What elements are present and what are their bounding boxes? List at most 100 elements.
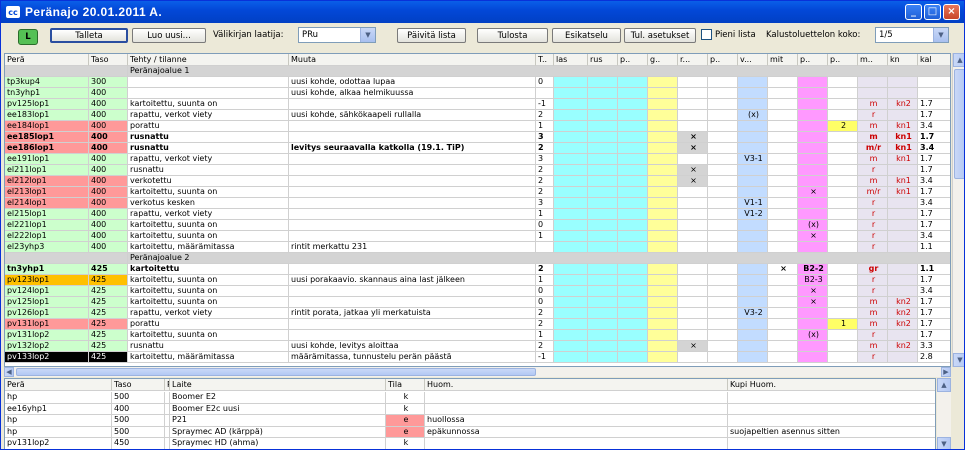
main-table[interactable]: Perä Taso Tehty / tilanne Muuta T.. las rus p..… xyxy=(4,53,951,367)
equipment-vertical-scrollbar[interactable]: ▲ ▼ xyxy=(937,378,951,449)
chevron-down-icon[interactable]: ▼ xyxy=(933,28,948,42)
cell-tehty[interactable]: porattu xyxy=(128,319,289,330)
table-row[interactable]: pv125lop1 425 kartoitettu, suunta on 0 × m kn2… xyxy=(5,297,950,308)
cell-pera[interactable]: ee185lop1 xyxy=(5,132,89,143)
cell-muuta[interactable] xyxy=(289,176,536,187)
cell-taso[interactable]: 400 xyxy=(89,132,128,143)
equipment-table[interactable]: PeräTasoPLaiteTilaHuom.Kupi Huom.hp500Bo… xyxy=(4,378,936,449)
table-row[interactable]: el23yhp3 400 kartoitettu, määrämitassa rint… xyxy=(5,242,950,253)
cell-pera[interactable]: ee186lop1 xyxy=(5,143,89,154)
cell-muuta[interactable] xyxy=(289,264,536,275)
table-row[interactable]: el215lop1 400 rapattu, verkot viety 1 V1-2 r 1… xyxy=(5,209,950,220)
group-row[interactable]: Peränajoalue 1 xyxy=(5,66,950,77)
cell-pera[interactable]: el213lop1 xyxy=(5,187,89,198)
cell-taso[interactable]: 425 xyxy=(89,297,128,308)
column-header-rus[interactable]: rus xyxy=(588,54,618,66)
table-row[interactable]: pv131lop2 425 kartoitettu, suunta on 1 (x) r 1… xyxy=(5,330,950,341)
cell-taso[interactable]: 400 xyxy=(89,110,128,121)
cell-muuta[interactable] xyxy=(289,165,536,176)
cell-tehty[interactable]: kartoitettu, suunta on xyxy=(128,187,289,198)
cell-pera[interactable]: pv131lop2 xyxy=(5,330,89,341)
cell-tehty[interactable]: kartoitettu, suunta on xyxy=(128,275,289,286)
paivita-lista-button[interactable]: Päivitä lista xyxy=(397,28,466,43)
column-header-t[interactable]: T.. xyxy=(536,54,554,66)
cell-pera[interactable]: pv126lop1 xyxy=(5,308,89,319)
cell-taso[interactable]: 425 xyxy=(89,286,128,297)
equipment-row[interactable]: hp 500 Spraymec AD (kärppä) e epäkunnossa suo… xyxy=(5,426,935,438)
table-row[interactable]: el214lop1 400 verkotus kesken 3 V1-1 r 3.4 xyxy=(5,198,950,209)
table-row[interactable]: el221lop1 400 kartoitettu, suunta on 0 (x) r 1… xyxy=(5,220,950,231)
cell-pera[interactable]: pv124lop1 xyxy=(5,286,89,297)
cell-taso[interactable]: 400 xyxy=(89,242,128,253)
cell-taso[interactable]: 400 xyxy=(89,209,128,220)
table-row[interactable]: el213lop1 400 kartoitettu, suunta on 2 × m/r k… xyxy=(5,187,950,198)
cell-tehty[interactable]: kartoitettu, suunta on xyxy=(128,286,289,297)
minimize-button[interactable]: _ xyxy=(905,4,922,20)
cell-pera[interactable]: pv132lop2 xyxy=(5,341,89,352)
table-row[interactable]: pv123lop1 425 kartoitettu, suunta on uusi p… xyxy=(5,275,950,286)
cell-taso[interactable]: 400 xyxy=(89,121,128,132)
cell-taso[interactable]: 425 xyxy=(89,352,128,363)
cell-pera[interactable]: el222lop1 xyxy=(5,231,89,242)
table-row[interactable]: el212lop1 400 verkotettu 2 × m kn1 3.4 xyxy=(5,176,950,187)
scroll-up-icon[interactable]: ▲ xyxy=(953,53,964,67)
cell-taso[interactable]: 400 xyxy=(89,176,128,187)
cell-taso[interactable]: 400 xyxy=(89,220,128,231)
column-header-pera[interactable]: Perä xyxy=(5,54,89,66)
cell-taso[interactable]: 400 xyxy=(89,187,128,198)
cell-tehty[interactable]: kartoitettu, määrämitassa xyxy=(128,352,289,363)
cell-pera[interactable]: pv133lop2 xyxy=(5,352,89,363)
scroll-up-icon[interactable]: ▲ xyxy=(937,378,951,392)
cell-taso[interactable]: 425 xyxy=(89,341,128,352)
valikirjan-select[interactable]: PRu ▼ xyxy=(298,27,376,43)
column-header-p4[interactable]: p.. xyxy=(828,54,858,66)
column-header-kal[interactable]: kal xyxy=(918,54,950,66)
cell-taso[interactable]: 300 xyxy=(89,77,128,88)
cell-tehty[interactable]: rapattu, verkot viety xyxy=(128,154,289,165)
scroll-down-icon[interactable]: ▼ xyxy=(937,437,951,449)
tul-asetukset-button[interactable]: Tul. asetukset xyxy=(624,28,696,43)
cell-taso[interactable]: 400 xyxy=(89,154,128,165)
cell-tehty[interactable]: rusnattu xyxy=(128,143,289,154)
column-header-m[interactable]: m.. xyxy=(858,54,888,66)
cell-muuta[interactable]: uusi kohde, levitys aloittaa xyxy=(289,341,536,352)
cell-muuta[interactable]: uusi kohde, sähkökaapeli rullalla xyxy=(289,110,536,121)
column-header-taso[interactable]: Taso xyxy=(89,54,128,66)
cell-tehty[interactable]: kartoitettu, suunta on xyxy=(128,220,289,231)
equipment-row[interactable]: ee16yhp1 400 Boomer E2c uusi k xyxy=(5,403,935,415)
cell-pera[interactable]: pv131lop1 xyxy=(5,319,89,330)
column-header-las[interactable]: las xyxy=(554,54,588,66)
table-row[interactable]: el211lop1 400 rusnattu 2 × r 1.7 xyxy=(5,165,950,176)
scroll-right-icon[interactable]: ▶ xyxy=(941,367,951,377)
table-row[interactable]: tp3kup4 300 uusi kohde, odottaa lupaa 0 xyxy=(5,77,950,88)
cell-muuta[interactable]: rintit porata, jatkaa yli merkatuista xyxy=(289,308,536,319)
table-row[interactable]: ee186lop1 400 rusnattu levitys seuraavalla … xyxy=(5,143,950,154)
column-header-kn[interactable]: kn xyxy=(888,54,918,66)
cell-muuta[interactable]: uusi kohde, alkaa helmikuussa xyxy=(289,88,536,99)
cell-pera[interactable]: el212lop1 xyxy=(5,176,89,187)
cell-muuta[interactable]: levitys seuraavalla katkolla (19.1. TiP) xyxy=(289,143,536,154)
column-header-p2[interactable]: p.. xyxy=(708,54,738,66)
equipment-row[interactable]: hp 500 P21 e huollossa xyxy=(5,415,935,427)
cell-muuta[interactable] xyxy=(289,198,536,209)
column-header-v[interactable]: v... xyxy=(738,54,768,66)
cell-taso[interactable]: 400 xyxy=(89,88,128,99)
cell-tehty[interactable]: kartoitettu, suunta on xyxy=(128,99,289,110)
equip-header-huom[interactable]: Huom. xyxy=(425,379,728,391)
esikatselu-button[interactable]: Esikatselu xyxy=(552,28,621,43)
tulosta-button[interactable]: Tulosta xyxy=(477,28,548,43)
cell-muuta[interactable] xyxy=(289,99,536,110)
cell-pera[interactable]: ee184lop1 xyxy=(5,121,89,132)
cell-muuta[interactable] xyxy=(289,209,536,220)
table-row[interactable]: pv124lop1 425 kartoitettu, suunta on 0 × r 3.4 xyxy=(5,286,950,297)
cell-muuta[interactable] xyxy=(289,319,536,330)
maximize-button[interactable]: □ xyxy=(924,4,941,20)
cell-taso[interactable]: 400 xyxy=(89,165,128,176)
close-button[interactable]: × xyxy=(943,4,960,20)
column-header-p3[interactable]: p.. xyxy=(798,54,828,66)
table-row[interactable]: pv133lop2 425 kartoitettu, määrämitassa mää… xyxy=(5,352,950,363)
table-row[interactable]: pv126lop1 425 rapattu, verkot viety rintit … xyxy=(5,308,950,319)
chevron-down-icon[interactable]: ▼ xyxy=(360,28,375,42)
cell-tehty[interactable]: rapattu, verkot viety xyxy=(128,308,289,319)
cell-pera[interactable]: el214lop1 xyxy=(5,198,89,209)
